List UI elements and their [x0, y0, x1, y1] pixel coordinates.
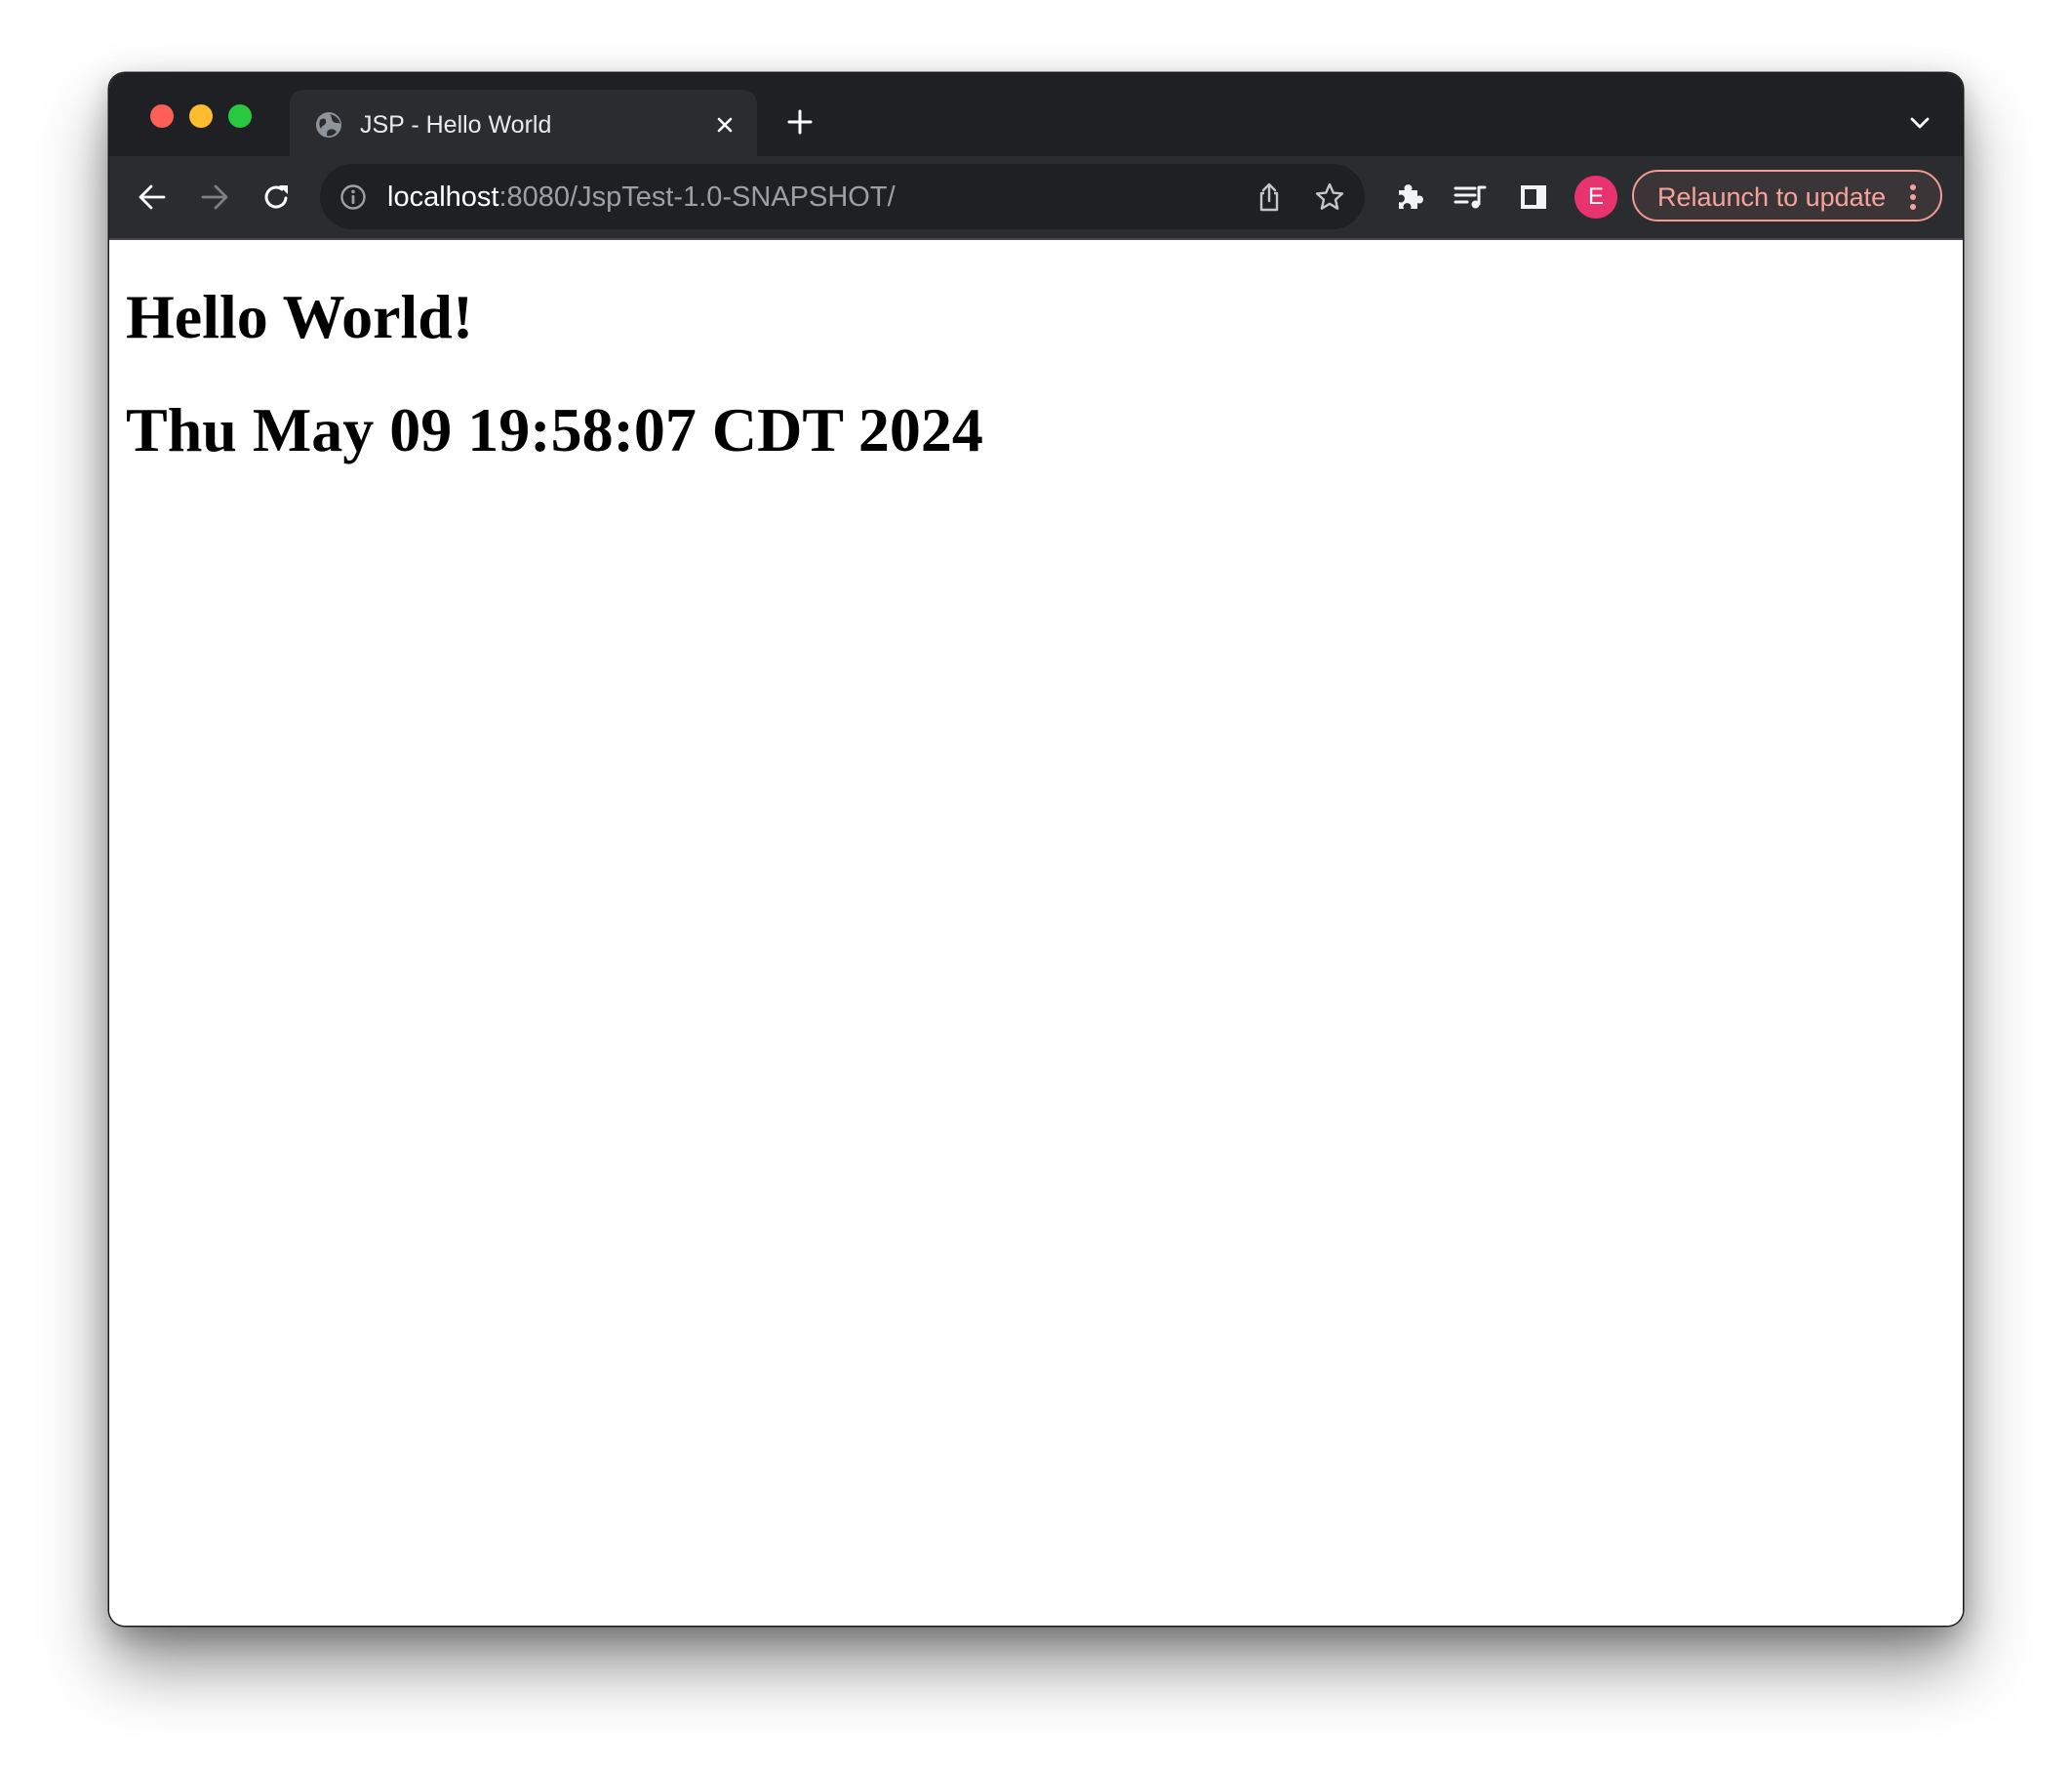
zoom-window-button[interactable] [228, 104, 252, 128]
extensions-button[interactable] [1389, 178, 1428, 217]
chevron-down-icon [1910, 117, 1930, 129]
globe-icon [315, 111, 342, 139]
media-controls-button[interactable] [1451, 178, 1490, 217]
share-icon[interactable] [1255, 181, 1284, 213]
media-queue-icon [1454, 185, 1487, 209]
arrow-left-icon [139, 184, 166, 210]
forward-button[interactable] [195, 178, 234, 217]
close-window-button[interactable] [150, 104, 174, 128]
tab-title: JSP - Hello World [360, 111, 552, 139]
info-icon[interactable] [339, 183, 367, 211]
side-panel-button[interactable] [1514, 178, 1553, 217]
puzzle-icon [1399, 184, 1423, 209]
close-icon [717, 117, 733, 133]
plus-icon [787, 109, 813, 135]
minimize-window-button[interactable] [189, 104, 213, 128]
relaunch-to-update-button[interactable]: Relaunch to update [1632, 170, 1942, 221]
browser-window: JSP - Hello World localhost:8080/JspTest… [109, 73, 1963, 1626]
kebab-menu-icon [1907, 183, 1919, 211]
browser-toolbar: localhost:8080/JspTest-1.0-SNAPSHOT/ E R… [109, 156, 1963, 240]
page-content: Hello World! Thu May 09 19:58:07 CDT 202… [109, 240, 1963, 1626]
url-text[interactable]: localhost:8080/JspTest-1.0-SNAPSHOT/ [387, 181, 896, 214]
address-bar[interactable]: localhost:8080/JspTest-1.0-SNAPSHOT/ [320, 164, 1365, 229]
relaunch-label: Relaunch to update [1657, 182, 1887, 212]
profile-avatar[interactable]: E [1574, 176, 1617, 219]
reload-button[interactable] [258, 178, 297, 217]
url-path: :8080/JspTest-1.0-SNAPSHOT/ [498, 181, 896, 213]
new-tab-button[interactable] [784, 106, 816, 138]
url-host: localhost [387, 181, 499, 213]
tab-search-button[interactable] [1904, 108, 1935, 138]
current-datetime: Thu May 09 19:58:07 CDT 2024 [126, 395, 983, 464]
close-tab-button[interactable] [711, 111, 738, 139]
side-panel-icon [1521, 185, 1546, 209]
back-button[interactable] [133, 178, 172, 217]
tab-strip: JSP - Hello World [109, 73, 1963, 168]
arrow-right-icon [201, 184, 228, 210]
star-icon[interactable] [1314, 181, 1345, 213]
reload-icon [264, 185, 288, 209]
page-heading: Hello World! [126, 282, 474, 351]
